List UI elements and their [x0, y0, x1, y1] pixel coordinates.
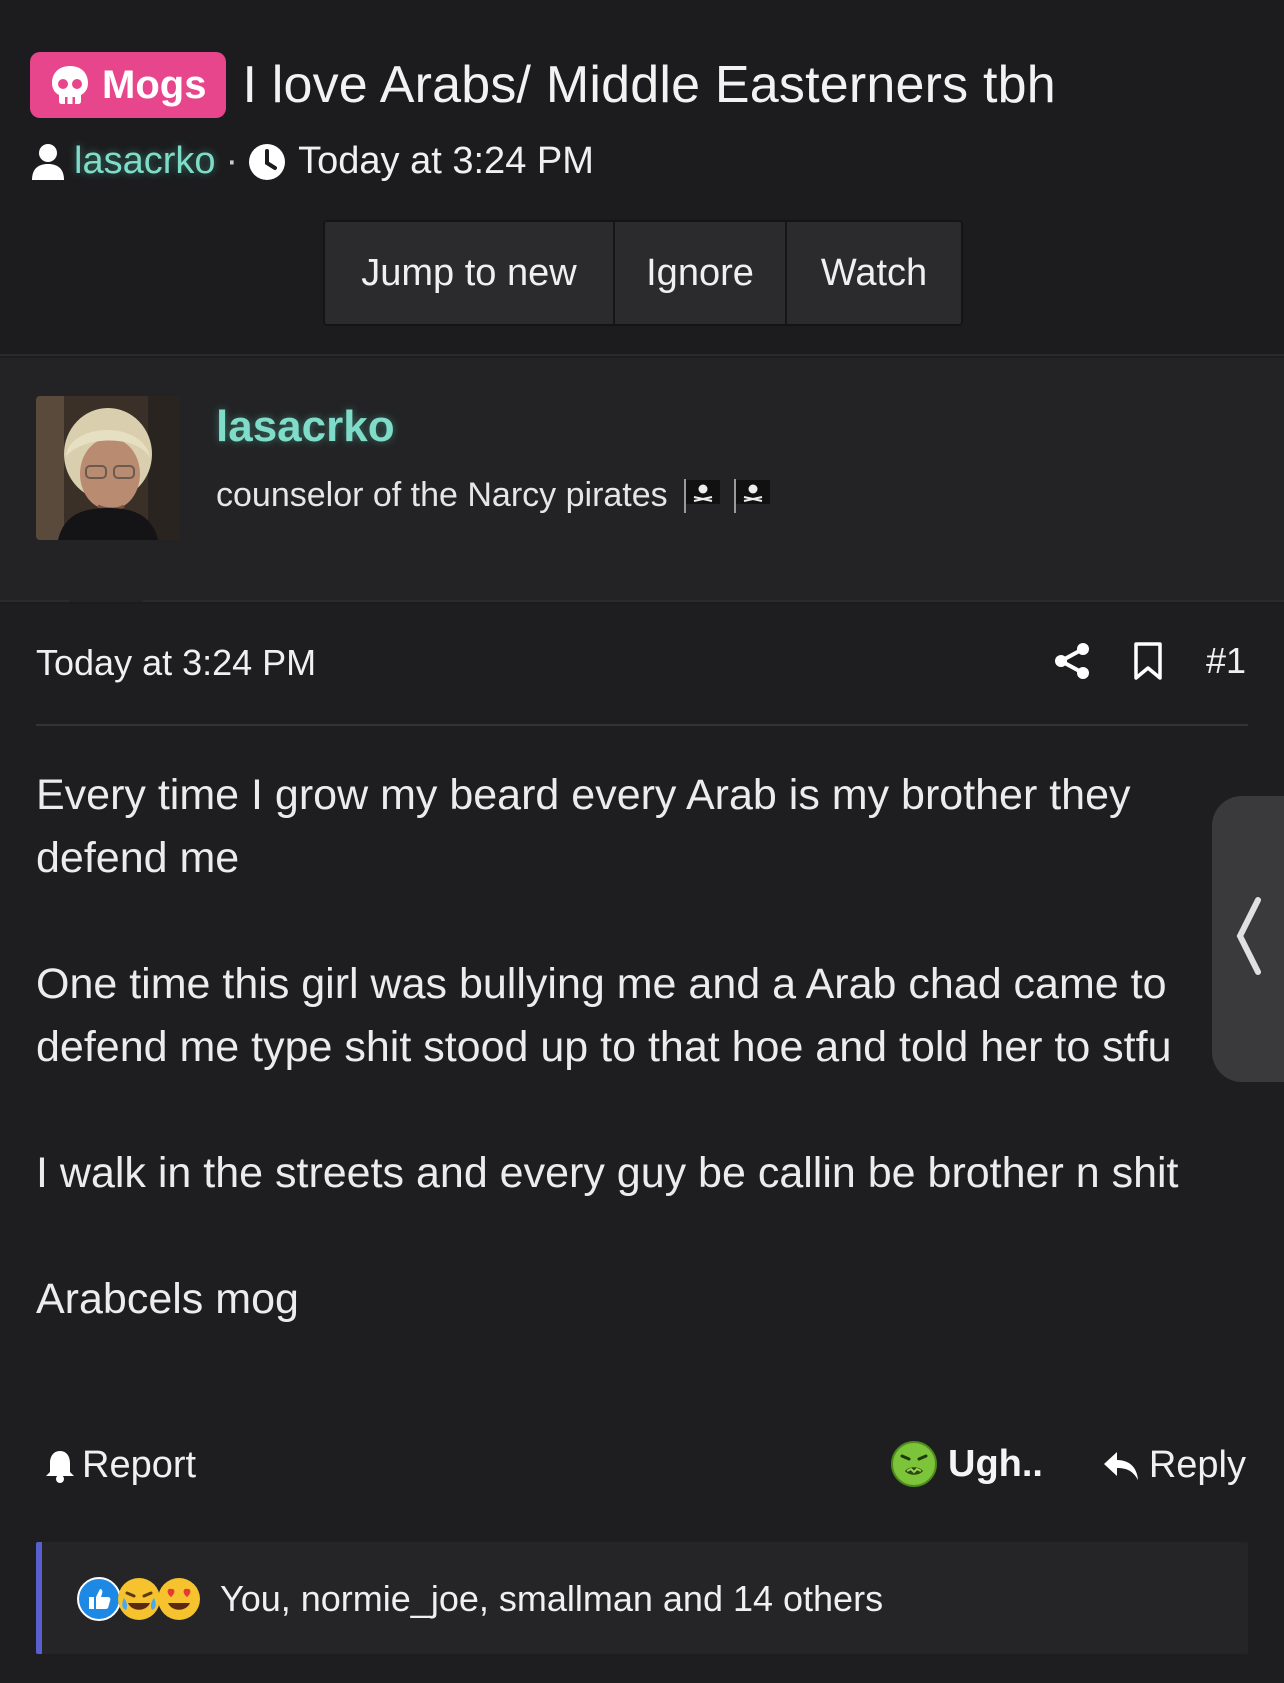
thread-actions: Jump to new Ignore Watch [323, 220, 963, 326]
pirate-flag-icon [683, 478, 720, 513]
user-title: counselor of the Narcy pirates [216, 476, 772, 515]
thread-meta: lasacrko · Today at 3:24 PM [30, 140, 594, 183]
share-icon[interactable] [1052, 641, 1092, 681]
post-body: Every time I grow my beard every Arab is… [36, 771, 1179, 1323]
post-time[interactable]: Today at 3:24 PM [36, 642, 316, 684]
title-row: Mogs I love Arabs/ Middle Easterners tbh [30, 52, 1056, 118]
report-label: Report [82, 1444, 197, 1486]
watch-button[interactable]: Watch [787, 222, 961, 324]
thread-title: I love Arabs/ Middle Easterners tbh [242, 56, 1056, 114]
reaction-button[interactable]: Ugh.. [890, 1440, 1043, 1488]
chevron-left-icon [1236, 897, 1261, 975]
reply-label: Reply [1148, 1444, 1246, 1486]
post-author-name[interactable]: lasacrko [216, 402, 395, 452]
bell-icon [46, 1450, 74, 1483]
reactions-summary: You, normie_joe, smallman and 14 others [220, 1578, 884, 1619]
thread-header: Mogs I love Arabs/ Middle Easterners tbh… [0, 0, 1284, 356]
post-author-block: lasacrko counselor of the Narcy pirates [0, 358, 1284, 602]
bookmark-icon[interactable] [1132, 641, 1164, 681]
prefix-label: Mogs [102, 62, 207, 107]
heart-eyes-icon [158, 1578, 200, 1620]
prefix-badge[interactable]: Mogs [30, 52, 227, 118]
thread-page: Mogs I love Arabs/ Middle Easterners tbh… [0, 0, 1284, 1683]
skull-icon [52, 66, 88, 104]
avatar[interactable] [36, 396, 180, 540]
user-icon [32, 143, 64, 180]
side-panel-handle[interactable] [1212, 796, 1284, 1082]
ignore-button[interactable]: Ignore [615, 222, 787, 324]
pirate-flag-icon [733, 478, 770, 513]
reply-button[interactable]: Reply [1101, 1444, 1246, 1487]
jump-to-new-button[interactable]: Jump to new [325, 222, 615, 324]
reactions-bar[interactable]: You, normie_joe, smallman and 14 others [36, 1542, 1248, 1654]
thread-time[interactable]: Today at 3:24 PM [298, 140, 594, 183]
post-actions: #1 [1052, 640, 1246, 682]
meta-separator: · [225, 140, 239, 182]
reaction-label: Ugh.. [948, 1442, 1043, 1485]
divider [36, 724, 1248, 726]
clock-icon [249, 143, 286, 180]
thread-author-link[interactable]: lasacrko [74, 140, 216, 183]
post-pointer-arrow [68, 570, 144, 602]
report-link[interactable]: Report [44, 1444, 196, 1487]
reaction-icons [76, 1576, 200, 1622]
nauseated-face-icon [891, 1441, 937, 1487]
user-title-text: counselor of the Narcy pirates [216, 476, 668, 514]
reply-icon [1103, 1451, 1138, 1480]
post: Today at 3:24 PM #1 Every time I grow my… [0, 604, 1284, 1683]
post-number-link[interactable]: #1 [1206, 640, 1246, 682]
